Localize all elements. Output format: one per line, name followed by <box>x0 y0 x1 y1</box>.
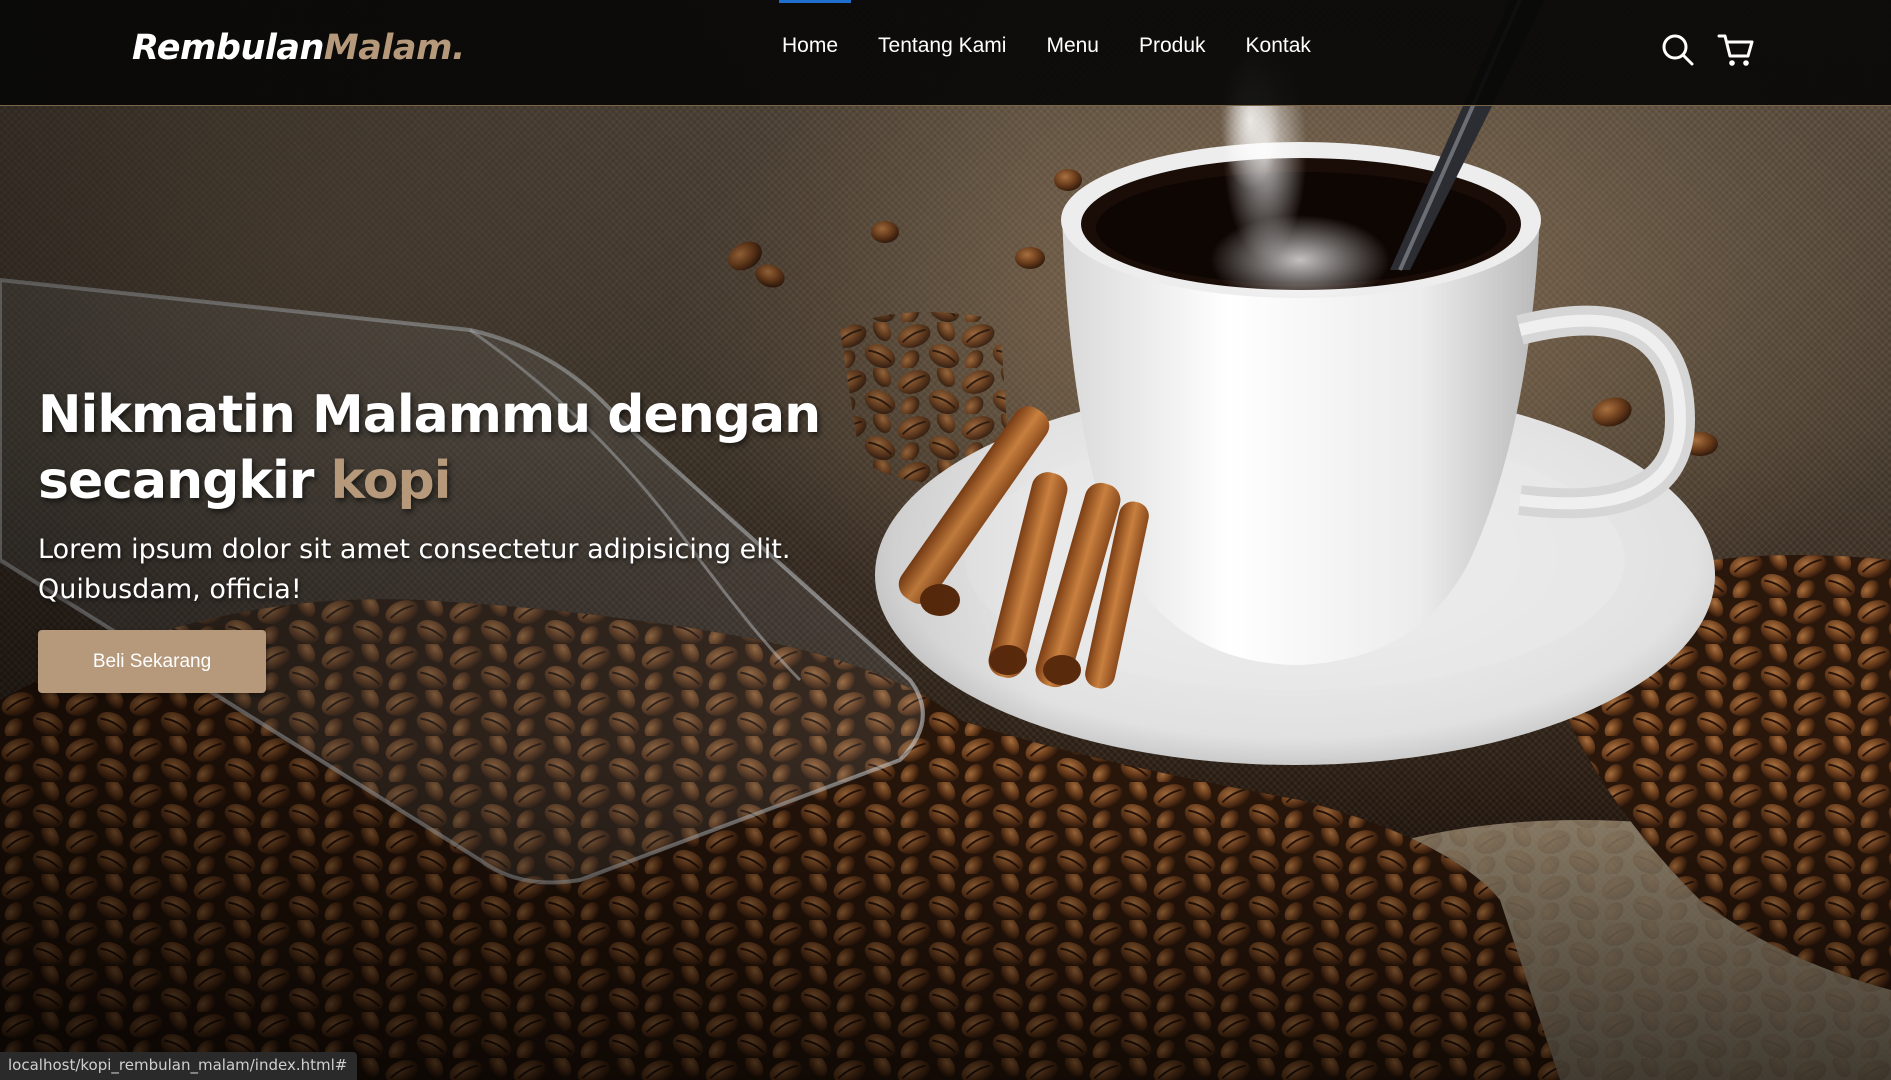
cart-button[interactable] <box>1716 30 1756 70</box>
brand-name-part1: Rembulan <box>132 28 324 68</box>
nav-link-home[interactable]: Home <box>782 34 838 58</box>
hero-content: Nikmatin Malammu dengan secangkir kopi L… <box>38 382 898 693</box>
nav-active-indicator <box>779 0 851 3</box>
hero-subtext: Lorem ipsum dolor sit amet consectetur a… <box>38 534 791 605</box>
cart-icon <box>1717 34 1754 66</box>
brand-name-part2: Malam. <box>323 28 465 68</box>
status-bar-url: localhost/kopi_rembulan_malam/index.html… <box>0 1052 358 1080</box>
search-button[interactable] <box>1658 30 1698 70</box>
hero-headline: Nikmatin Malammu dengan secangkir kopi <box>38 382 898 514</box>
nav-link-kontak[interactable]: Kontak <box>1246 34 1311 58</box>
search-icon <box>1662 34 1694 66</box>
buy-now-button[interactable]: Beli Sekarang <box>38 630 266 693</box>
nav-link-tentang-kami[interactable]: Tentang Kami <box>878 34 1006 58</box>
nav-icons <box>1658 30 1756 70</box>
nav-links: Home Tentang Kami Menu Produk Kontak <box>782 34 1311 58</box>
nav-link-menu[interactable]: Menu <box>1046 34 1099 58</box>
brand-logo[interactable]: RembulanMalam. <box>132 28 465 68</box>
navbar: RembulanMalam. Home Tentang Kami Menu Pr… <box>0 0 1891 106</box>
hero-headline-accent: kopi <box>330 451 452 511</box>
nav-link-produk[interactable]: Produk <box>1139 34 1206 58</box>
